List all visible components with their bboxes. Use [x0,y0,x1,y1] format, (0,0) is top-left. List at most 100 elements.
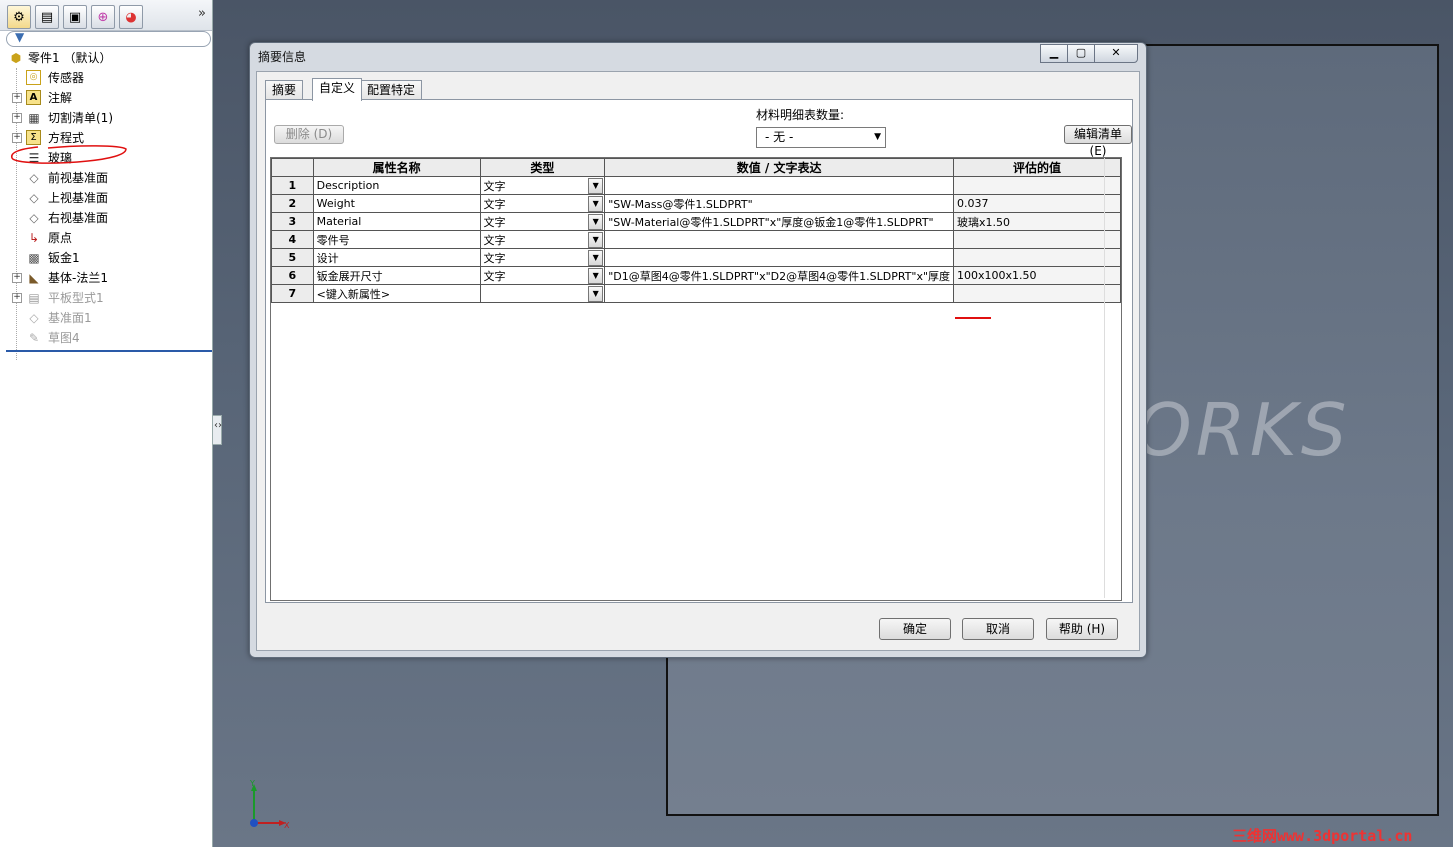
tree-item-label: 基准面1 [48,311,92,325]
tree-item-label: 切割清单(1) [48,111,113,125]
type-value: 文字 [483,269,506,283]
expand-plus-icon[interactable]: + [12,293,22,303]
chevron-down-icon[interactable]: ▼ [588,214,604,230]
tree-filter-input[interactable]: ▼ [6,30,211,47]
custom-tab-page: 删除 (D) 材料明细表数量: - 无 - ▼ 编辑清单 (E) 属性名称 类型… [265,99,1133,603]
tab-custom[interactable]: 自定义 [312,78,363,101]
panel-splitter[interactable]: ‹› [212,415,222,445]
ok-button[interactable]: 确定 [879,618,951,640]
type-value: 文字 [483,215,506,229]
grid-scrollbar[interactable] [1104,158,1121,598]
value-cell[interactable] [604,176,955,195]
red-underline-mark [955,317,991,319]
tree-item-label: 平板型式1 [48,291,104,305]
chevron-down-icon: ▼ [874,132,881,142]
chevron-down-icon[interactable]: ▼ [588,286,604,302]
tree-item-label: 传感器 [48,71,85,85]
chevron-down-icon[interactable]: ▼ [588,178,604,194]
tree-item-label: 前视基准面 [48,171,109,185]
column-header[interactable]: 属性名称 [312,158,481,177]
value-cell[interactable]: "D1@草图4@零件1.SLDPRT"x"D2@草图4@零件1.SLDPRT"x… [604,266,955,285]
delete-button[interactable]: 删除 (D) [274,125,344,144]
dimxpert-tab-icon[interactable]: ⊕ [91,5,115,29]
column-header[interactable]: 类型 [479,158,606,177]
cutlist-icon: ▦ [28,111,40,125]
chevron-down-icon[interactable]: ▼ [588,196,604,212]
tree-item-label: 草图4 [48,331,80,345]
cancel-button[interactable]: 取消 [962,618,1034,640]
evaluated-cell [953,284,1121,303]
row-number[interactable]: 1 [271,176,314,195]
sensor-icon: ◎ [26,70,41,85]
column-header[interactable]: 数值 / 文字表达 [604,158,955,177]
part-icon: ⬢ [10,51,22,65]
chevron-down-icon[interactable]: ▼ [588,232,604,248]
property-manager-tab-icon[interactable]: ▤ [35,5,59,29]
value-cell[interactable] [604,248,955,267]
tab-configuration-specific[interactable]: 配置特定 [360,80,423,100]
expand-chevron-icon[interactable]: » [198,6,206,21]
type-cell[interactable]: 文字 ▼ [479,230,606,249]
bom-quantity-select[interactable]: - 无 - ▼ [756,127,886,148]
value-cell[interactable] [604,284,955,303]
dialog-title: 摘要信息 [258,50,307,64]
feature-manager-tab-icon[interactable]: ⚙ [7,5,31,29]
help-button[interactable]: 帮助 (H) [1046,618,1118,640]
table-header-row: 属性名称 类型 数值 / 文字表达 评估的值 [271,158,1121,177]
tree-item-label: 右视基准面 [48,211,109,225]
chevron-down-icon[interactable]: ▼ [588,250,604,266]
row-number[interactable]: 2 [271,194,314,213]
splitter-arrows-icon: ‹› [214,420,222,431]
evaluated-cell [953,248,1121,267]
type-cell[interactable]: ▼ [479,284,606,303]
expand-plus-icon[interactable]: + [12,93,22,103]
edit-list-button[interactable]: 编辑清单 (E) [1064,125,1132,158]
row-number[interactable]: 4 [271,230,314,249]
type-cell[interactable]: 文字 ▼ [479,266,606,285]
panel-tab-bar: ⚙ ▤ ▣ ⊕ ◕ » [0,0,212,31]
row-number[interactable]: 5 [271,248,314,267]
tab-summary[interactable]: 摘要 [265,80,304,100]
expand-plus-icon[interactable]: + [12,273,22,283]
tree-item-label: 基体-法兰1 [48,271,108,285]
property-name-cell[interactable]: 钣金展开尺寸 [312,266,481,285]
type-cell[interactable]: 文字 ▼ [479,194,606,213]
close-button[interactable]: ✕ [1094,44,1138,63]
maximize-button[interactable]: ▢ [1067,44,1095,63]
display-manager-tab-icon[interactable]: ◕ [119,5,143,29]
value-cell[interactable]: "SW-Material@零件1.SLDPRT"x"厚度@钣金1@零件1.SLD… [604,212,955,231]
column-header[interactable]: 评估的值 [953,158,1121,177]
type-cell[interactable]: 文字 ▼ [479,176,606,195]
type-cell[interactable]: 文字 ▼ [479,248,606,267]
dialog-body: 摘要 自定义 配置特定 删除 (D) 材料明细表数量: - 无 - ▼ 编辑清单… [256,71,1140,651]
chevron-down-icon[interactable]: ▼ [588,268,604,284]
property-name-cell[interactable]: Description [312,176,481,195]
row-number[interactable]: 7 [271,284,314,303]
plane-icon: ◇ [29,311,39,325]
summary-info-dialog: 摘要信息 ▁ ▢ ✕ 摘要 自定义 配置特定 删除 (D) 材料明细表数量: -… [249,42,1147,658]
evaluated-cell: 0.037 [953,194,1121,213]
row-number[interactable]: 3 [271,212,314,231]
property-name-cell[interactable]: <键入新属性> [312,284,481,303]
value-cell[interactable]: "SW-Mass@零件1.SLDPRT" [604,194,955,213]
property-name-cell[interactable]: Material [312,212,481,231]
filter-icon: ▼ [15,30,25,44]
rollback-bar[interactable] [6,350,212,352]
value-cell[interactable] [604,230,955,249]
expand-plus-icon[interactable]: + [12,133,22,143]
evaluated-cell [953,176,1121,195]
row-number[interactable]: 6 [271,266,314,285]
expand-plus-icon[interactable]: + [12,113,22,123]
property-name-cell[interactable]: 零件号 [312,230,481,249]
type-value: 文字 [483,251,506,265]
type-value: 文字 [483,233,506,247]
property-name-cell[interactable]: Weight [312,194,481,213]
minimize-button[interactable]: ▁ [1040,44,1068,63]
property-name-cell[interactable]: 设计 [312,248,481,267]
tree-root-label: 零件1 （默认） [28,51,112,65]
table-row: 7 <键入新属性> ▼ [271,284,1121,303]
configuration-manager-tab-icon[interactable]: ▣ [63,5,87,29]
type-cell[interactable]: 文字 ▼ [479,212,606,231]
table-row: 6 钣金展开尺寸 文字 ▼ "D1@草图4@零件1.SLDPRT"x"D2@草图4… [271,266,1121,285]
table-row: 4 零件号 文字 ▼ [271,230,1121,249]
